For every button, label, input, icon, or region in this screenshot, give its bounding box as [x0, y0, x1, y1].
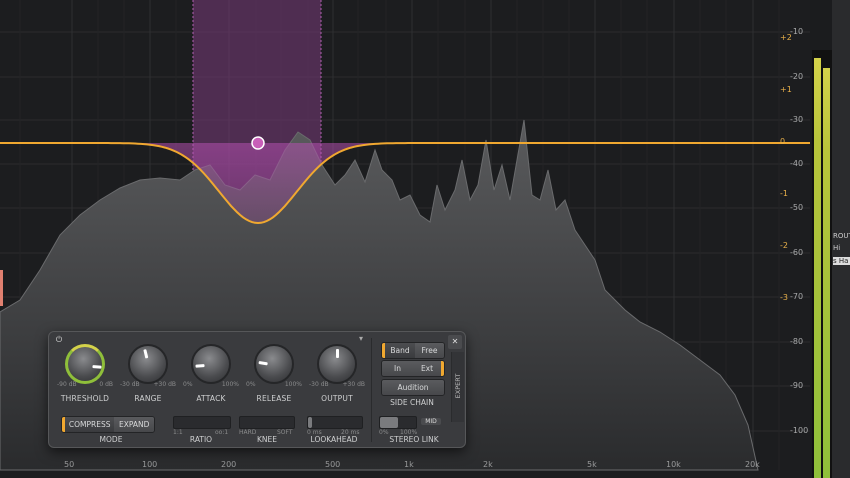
db-tick-label: -70	[790, 292, 804, 301]
knob-min-label: -30 dB	[309, 381, 329, 388]
attack-knob-body[interactable]	[191, 344, 231, 384]
knob-max-label: +30 dB	[153, 381, 177, 388]
side-chain-label: SIDE CHAIN	[390, 398, 434, 407]
mode-selector[interactable]: COMPRESS EXPAND	[61, 416, 155, 433]
stereo-link-label: STEREO LINK	[389, 435, 439, 444]
meter-left	[814, 58, 821, 478]
gain-tick-label: -3	[780, 293, 788, 302]
range-knob-body[interactable]	[128, 344, 168, 384]
hi-label: Hi	[833, 244, 841, 252]
level-meter	[812, 50, 832, 478]
gain-tick-label: -1	[780, 189, 788, 198]
band-node[interactable]	[251, 136, 265, 150]
routing-label: ROUTI	[833, 232, 850, 240]
db-tick-label: -90	[790, 381, 804, 390]
host-window-edge: ROUTI Hi s Ha	[832, 0, 850, 478]
db-tick-label: -80	[790, 337, 804, 346]
threshold-knob-body[interactable]	[65, 344, 105, 384]
freq-tick-label: 2k	[483, 460, 493, 469]
knee-label: KNEE	[256, 435, 277, 444]
freq-tick-label: 200	[221, 460, 237, 469]
threshold-knob[interactable]: -90 dB 0 dB THRESHOLD	[57, 344, 113, 403]
freq-tick-label: 500	[325, 460, 341, 469]
freq-tick-label: 100	[142, 460, 158, 469]
mode-expand-button[interactable]: EXPAND	[114, 417, 154, 432]
db-tick-label: -50	[790, 203, 804, 212]
attack-label: ATTACK	[196, 394, 226, 403]
knob-min-label: -30 dB	[120, 381, 140, 388]
expert-label: EXPERT	[454, 373, 462, 399]
output-knob-body[interactable]	[317, 344, 357, 384]
ext-button[interactable]: Ext	[413, 361, 444, 376]
ratio-label: RATIO	[189, 435, 213, 444]
attack-knob-indicator	[194, 364, 205, 368]
track-label: s Ha	[833, 257, 850, 265]
left-edge-marker	[0, 270, 3, 306]
range-label: RANGE	[134, 394, 162, 403]
db-tick-label: -40	[790, 159, 804, 168]
in-button[interactable]: In	[382, 361, 413, 376]
band-panel: ⏻ ▾ ✕ -90 dB 0 dB THRESHOLD -30 dB +30 dB RAN…	[48, 331, 466, 448]
band-button[interactable]: Band	[382, 343, 415, 358]
lookahead-label: LOOKAHEAD	[310, 435, 358, 444]
stereo-link-mid-button[interactable]: MID	[421, 418, 441, 425]
audition-button[interactable]: Audition	[381, 379, 445, 396]
panel-menu-icon[interactable]: ▾	[355, 334, 367, 343]
knob-max-label: 100%	[221, 381, 239, 388]
ratio-slider[interactable]	[173, 416, 231, 429]
knob-min-label: 0%	[183, 381, 193, 388]
release-knob[interactable]: 0% 100% RELEASE	[246, 344, 302, 403]
threshold-knob-indicator	[91, 365, 102, 369]
band-free-selector[interactable]: Band Free	[381, 342, 445, 359]
db-tick-label: -100	[790, 426, 809, 435]
range-knob-indicator	[142, 349, 148, 359]
free-button[interactable]: Free	[415, 343, 444, 358]
knob-min-label: -90 dB	[57, 381, 77, 388]
release-knob-indicator	[257, 361, 268, 366]
spectrum-display[interactable]: -10 -20 -30 -40 -50 -60 -70 -80 -90 -100 +2 +1 0 -1 -…	[0, 0, 850, 478]
gain-tick-label: -2	[780, 241, 788, 250]
output-label: OUTPUT	[321, 394, 353, 403]
meter-right	[823, 68, 830, 478]
attack-knob[interactable]: 0% 100% ATTACK	[183, 344, 239, 403]
db-tick-label: -60	[790, 248, 804, 257]
knob-max-label: +30 dB	[342, 381, 366, 388]
knob-max-label: 100%	[284, 381, 302, 388]
range-knob[interactable]: -30 dB +30 dB RANGE	[120, 344, 176, 403]
freq-tick-label: 50	[64, 460, 75, 469]
output-knob[interactable]: -30 dB +30 dB OUTPUT	[309, 344, 365, 403]
gain-tick-label: 0	[780, 137, 786, 146]
mode-compress-button[interactable]: COMPRESS	[62, 417, 115, 432]
close-button[interactable]: ✕	[448, 335, 462, 349]
freq-tick-label: 1k	[404, 460, 414, 469]
knob-min-label: 0%	[246, 381, 256, 388]
freq-tick-label: 10k	[666, 460, 681, 469]
gain-tick-label: +2	[780, 33, 792, 42]
expert-tab[interactable]: EXPERT	[451, 352, 464, 422]
db-tick-label: -20	[790, 72, 804, 81]
panel-divider	[371, 338, 372, 442]
in-ext-selector[interactable]: In Ext	[381, 360, 445, 377]
lookahead-slider[interactable]	[307, 416, 363, 429]
knee-slider[interactable]	[239, 416, 295, 429]
release-knob-body[interactable]	[254, 344, 294, 384]
db-tick-label: -30	[790, 115, 804, 124]
gain-tick-label: +1	[780, 85, 792, 94]
knob-max-label: 0 dB	[99, 381, 113, 388]
db-tick-label: -10	[790, 27, 804, 36]
threshold-label: THRESHOLD	[60, 394, 110, 403]
stereo-link-slider[interactable]	[379, 416, 417, 429]
release-label: RELEASE	[256, 394, 292, 403]
mode-label: MODE	[99, 435, 123, 444]
output-knob-indicator	[335, 349, 339, 358]
audition-label: Audition	[382, 380, 444, 395]
freq-tick-label: 20k	[745, 460, 760, 469]
freq-tick-label: 5k	[587, 460, 597, 469]
